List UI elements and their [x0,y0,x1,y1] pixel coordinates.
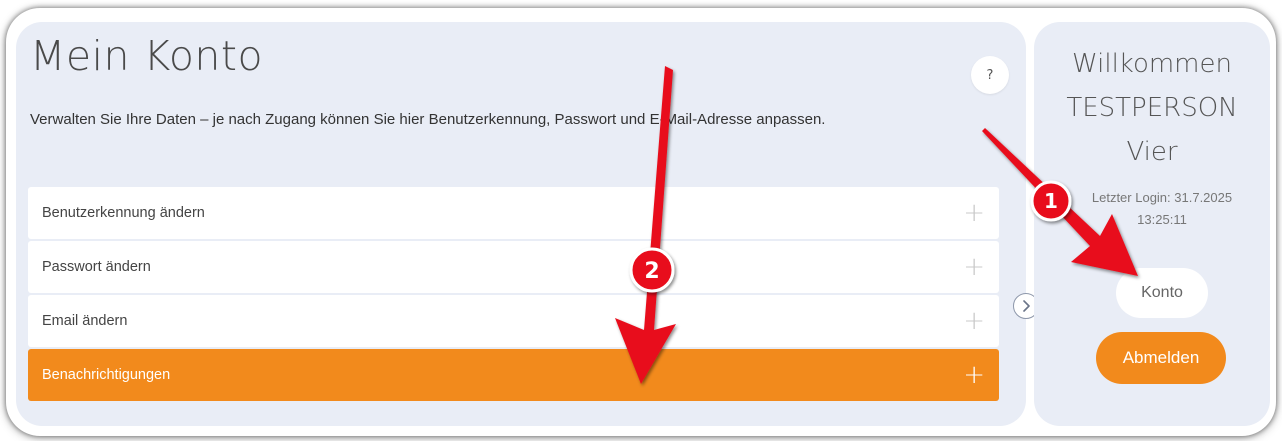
accordion-item-username[interactable]: Benutzerkennung ändern + [28,187,999,239]
accordion-item-password[interactable]: Passwort ändern + [28,241,999,293]
plus-icon[interactable]: + [963,254,985,280]
plus-icon[interactable]: + [963,200,985,226]
welcome-greeting: Willkommen TESTPERSON Vier [1034,42,1270,174]
user-name-suffix: Vier [1126,137,1178,167]
account-button[interactable]: Konto [1116,268,1208,318]
page-title: Mein Konto [30,32,264,80]
user-name: TESTPERSON [1066,93,1238,123]
help-button[interactable]: ? [971,56,1009,94]
last-login-time: 13:25:11 [1137,212,1187,227]
account-panel: Mein Konto ? Verwalten Sie Ihre Daten – … [16,22,1026,426]
accordion-item-label: Benachrichtigungen [42,367,171,383]
last-login-info: Letzter Login: 31.7.2025 13:25:11 [1054,187,1270,231]
last-login-date: Letzter Login: 31.7.2025 [1091,190,1233,205]
logout-button[interactable]: Abmelden [1096,332,1226,384]
welcome-sidebar: Willkommen TESTPERSON Vier Letzter Login… [1034,22,1270,426]
plus-icon[interactable]: + [963,362,985,388]
accordion-item-label: Benutzerkennung ändern [42,205,205,221]
plus-icon[interactable]: + [963,308,985,334]
page-description: Verwalten Sie Ihre Daten – je nach Zugan… [30,111,826,128]
accordion-item-label: Email ändern [42,313,128,329]
welcome-line: Willkommen [1072,49,1232,79]
accordion-item-email[interactable]: Email ändern + [28,295,999,347]
accordion-item-label: Passwort ändern [42,259,151,275]
chevron-right-glyph [1023,300,1030,312]
settings-accordion: Benutzerkennung ändern + Passwort ändern… [28,187,999,403]
accordion-item-notifications[interactable]: Benachrichtigungen + [28,349,999,401]
